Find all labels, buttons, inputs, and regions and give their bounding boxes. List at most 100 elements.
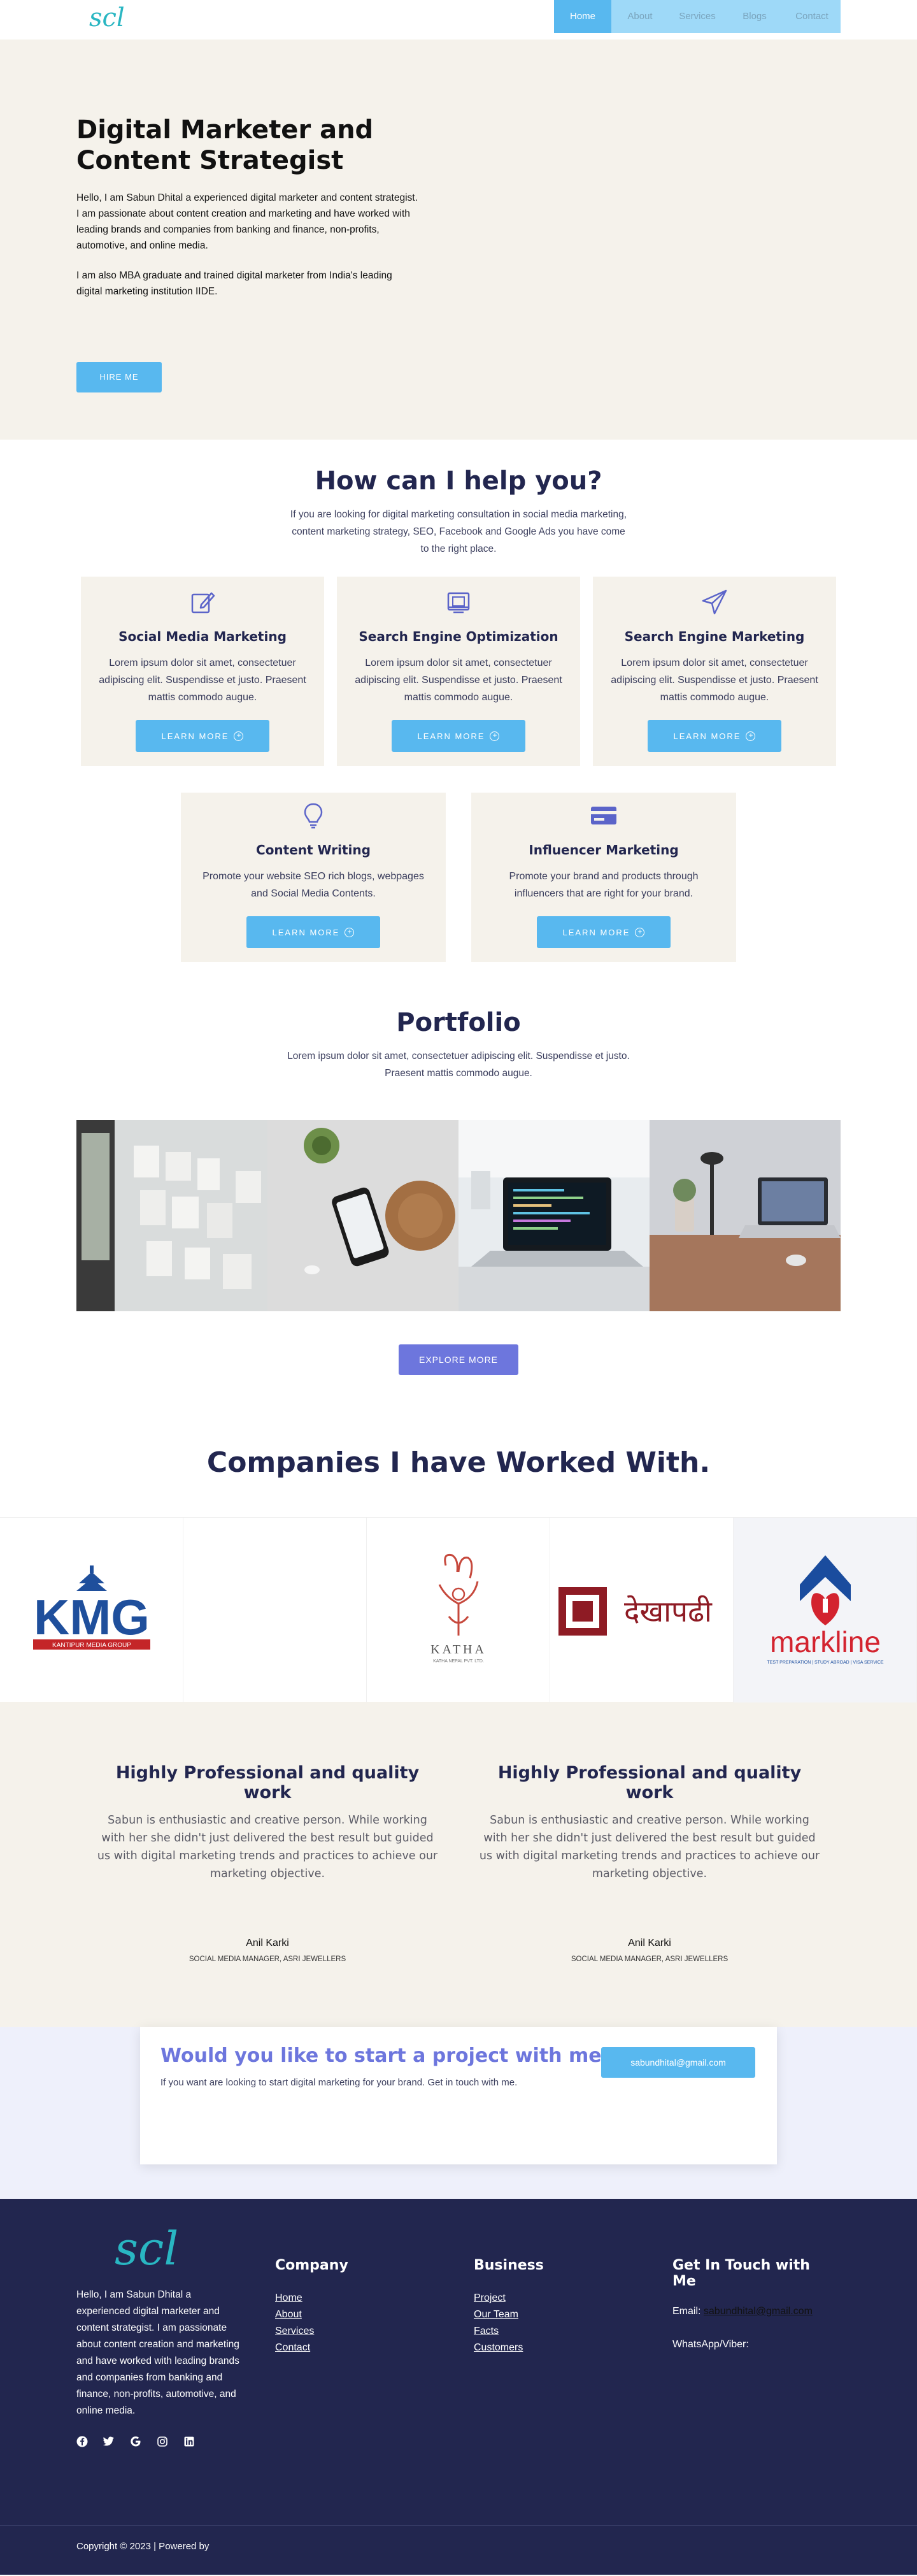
portfolio-image-phone[interactable] (267, 1120, 458, 1311)
portfolio-gallery (76, 1120, 841, 1311)
facebook-icon[interactable] (76, 2436, 88, 2447)
service-card-title: Content Writing (256, 842, 371, 858)
hero-title: Digital Marketer and Content Strategist (76, 115, 374, 175)
portfolio-image-laptop-code[interactable] (458, 1120, 650, 1311)
company-logos: KMG KANTIPUR MEDIA GROUP KATHA KATHA NEP… (0, 1517, 917, 1702)
footer-link-our-team[interactable]: Our Team (474, 2306, 672, 2323)
top-nav: scl Home About Services Blogs Contact (0, 0, 917, 40)
credit-card-icon (591, 807, 616, 824)
site-logo[interactable]: scl (89, 0, 125, 34)
service-card-title: Search Engine Marketing (624, 629, 805, 644)
plus-circle-icon: + (234, 731, 244, 741)
service-card: Content Writing Promote your website SEO… (181, 793, 446, 962)
service-card-title: Search Engine Optimization (359, 629, 558, 644)
footer-company-column: Company Home About Services Contact (275, 2217, 474, 2447)
katha-logo-subtext: KATHA NEPAL PVT. LTD. (433, 1659, 484, 1664)
nav-contact-link[interactable]: Contact (783, 0, 841, 33)
portfolio-image-desk[interactable] (650, 1120, 841, 1311)
testimonial-title: Highly Professional and quality work (497, 1763, 802, 1802)
nav-menu: Home About Services Blogs Contact (554, 0, 841, 33)
services-subtitle: If you are looking for digital marketing… (290, 509, 627, 554)
testimonial-title: Highly Professional and quality work (115, 1763, 420, 1802)
nav-blogs-link[interactable]: Blogs (726, 0, 783, 33)
footer-company-links: Home About Services Contact (275, 2290, 474, 2356)
footer-about-text: Hello, I am Sabun Dhital a experienced d… (76, 2289, 239, 2416)
learn-more-button[interactable]: LEARN MORE + (392, 720, 525, 752)
explore-more-button[interactable]: EXPLORE MORE (399, 1344, 518, 1375)
hire-me-button[interactable]: HIRE ME (76, 362, 162, 392)
instagram-icon[interactable] (157, 2436, 168, 2447)
footer-whatsapp-label: WhatsApp/Viber: (672, 2339, 749, 2350)
dekhapadhi-logo-text: देखापढी (624, 1594, 713, 1629)
companies-section: Companies I have Worked With. KMG KANTIP… (0, 1375, 917, 1702)
testimonial-card: Highly Professional and quality work Sab… (478, 1763, 821, 2027)
company-logo-blank (183, 1518, 367, 1702)
plus-circle-icon: + (746, 731, 756, 741)
company-logo-dekhapadhi[interactable]: देखापढी (550, 1518, 734, 1702)
company-logo-kmg[interactable]: KMG KANTIPUR MEDIA GROUP (0, 1518, 183, 1702)
kmg-logo-text: KMG (34, 1589, 150, 1645)
company-logo-katha[interactable]: KATHA KATHA NEPAL PVT. LTD. (367, 1518, 550, 1702)
hero-education: I am also MBA graduate and trained digit… (76, 270, 392, 297)
hero-section: Digital Marketer and Content Strategist … (0, 40, 917, 440)
seo-icon (447, 592, 470, 614)
copyright-text: Copyright © 2023 | Powered by (76, 2541, 210, 2552)
hero-intro: Hello, I am Sabun Dhital a experienced d… (76, 192, 418, 251)
nav-home-link[interactable]: Home (554, 0, 611, 33)
services-section: How can I help you? If you are looking f… (0, 440, 917, 962)
footer-logo[interactable]: scl (76, 2217, 275, 2280)
nav-about-link[interactable]: About (611, 0, 669, 33)
learn-more-button[interactable]: LEARN MORE + (246, 916, 380, 948)
paper-plane-icon (702, 589, 727, 615)
footer-email-label: Email: (672, 2306, 701, 2317)
footer-link-facts[interactable]: Facts (474, 2323, 672, 2340)
footer-columns: scl Hello, I am Sabun Dhital a experienc… (0, 2199, 917, 2447)
footer-about-column: scl Hello, I am Sabun Dhital a experienc… (76, 2217, 275, 2447)
nav-services-link[interactable]: Services (669, 0, 726, 33)
learn-more-label: LEARN MORE (161, 731, 229, 741)
google-icon[interactable] (130, 2436, 141, 2447)
learn-more-button[interactable]: LEARN MORE + (537, 916, 671, 948)
testimonial-author: Anil Karki (246, 1938, 289, 1948)
learn-more-label: LEARN MORE (417, 731, 485, 741)
footer-link-home[interactable]: Home (275, 2290, 474, 2306)
copyright-bar: Copyright © 2023 | Powered by (0, 2525, 917, 2575)
cta-card: Would you like to start a project with m… (140, 2027, 777, 2164)
learn-more-button[interactable]: LEARN MORE + (136, 720, 269, 752)
testimonial-card: Highly Professional and quality work Sab… (96, 1763, 439, 2027)
footer-link-project[interactable]: Project (474, 2290, 672, 2306)
footer-link-about[interactable]: About (275, 2306, 474, 2323)
twitter-icon[interactable] (103, 2436, 115, 2447)
portfolio-image-office[interactable] (76, 1120, 267, 1311)
email-cta-button[interactable]: sabundhital@gmail.com (601, 2047, 755, 2078)
testimonials-section: Highly Professional and quality work Sab… (0, 1702, 917, 2027)
markline-logo-subtext: TEST PREPARATION | STUDY ABROAD | VISA S… (767, 1660, 883, 1665)
social-links (76, 2436, 275, 2447)
footer: scl Hello, I am Sabun Dhital a experienc… (0, 2199, 917, 2575)
service-card-text: Lorem ipsum dolor sit amet, consectetuer… (355, 658, 562, 703)
markline-logo-text: markline (770, 1625, 881, 1659)
footer-contact-title: Get In Touch with Me (672, 2257, 810, 2289)
service-card: Search Engine Marketing Lorem ipsum dolo… (593, 577, 836, 766)
learn-more-button[interactable]: LEARN MORE + (648, 720, 781, 752)
edit-icon (191, 592, 215, 614)
footer-link-customers[interactable]: Customers (474, 2340, 672, 2356)
footer-contact-column: Get In Touch with Me Email: sabundhital@… (672, 2217, 838, 2447)
katha-logo-text: KATHA (430, 1643, 487, 1657)
footer-email-link[interactable]: sabundhital@gmail.com (704, 2306, 813, 2317)
footer-business-title: Business (474, 2257, 544, 2273)
service-card-text: Lorem ipsum dolor sit amet, consectetuer… (99, 658, 306, 703)
service-card-text: Promote your brand and products through … (509, 871, 699, 899)
testimonial-text: Sabun is enthusiastic and creative perso… (479, 1814, 820, 1880)
footer-email: Email: sabundhital@gmail.com (672, 2306, 838, 2317)
footer-business-links: Project Our Team Facts Customers (474, 2290, 672, 2356)
testimonial-role: SOCIAL MEDIA MANAGER, ASRI JEWELLERS (188, 1955, 346, 1963)
linkedin-icon[interactable] (183, 2436, 195, 2447)
company-logo-markline[interactable]: markline TEST PREPARATION | STUDY ABROAD… (734, 1518, 917, 1702)
footer-link-services[interactable]: Services (275, 2323, 474, 2340)
learn-more-label: LEARN MORE (272, 927, 340, 937)
service-card-text: Lorem ipsum dolor sit amet, consectetuer… (611, 658, 818, 703)
footer-link-contact[interactable]: Contact (275, 2340, 474, 2356)
plus-circle-icon: + (345, 927, 355, 937)
footer-company-title: Company (275, 2257, 348, 2273)
